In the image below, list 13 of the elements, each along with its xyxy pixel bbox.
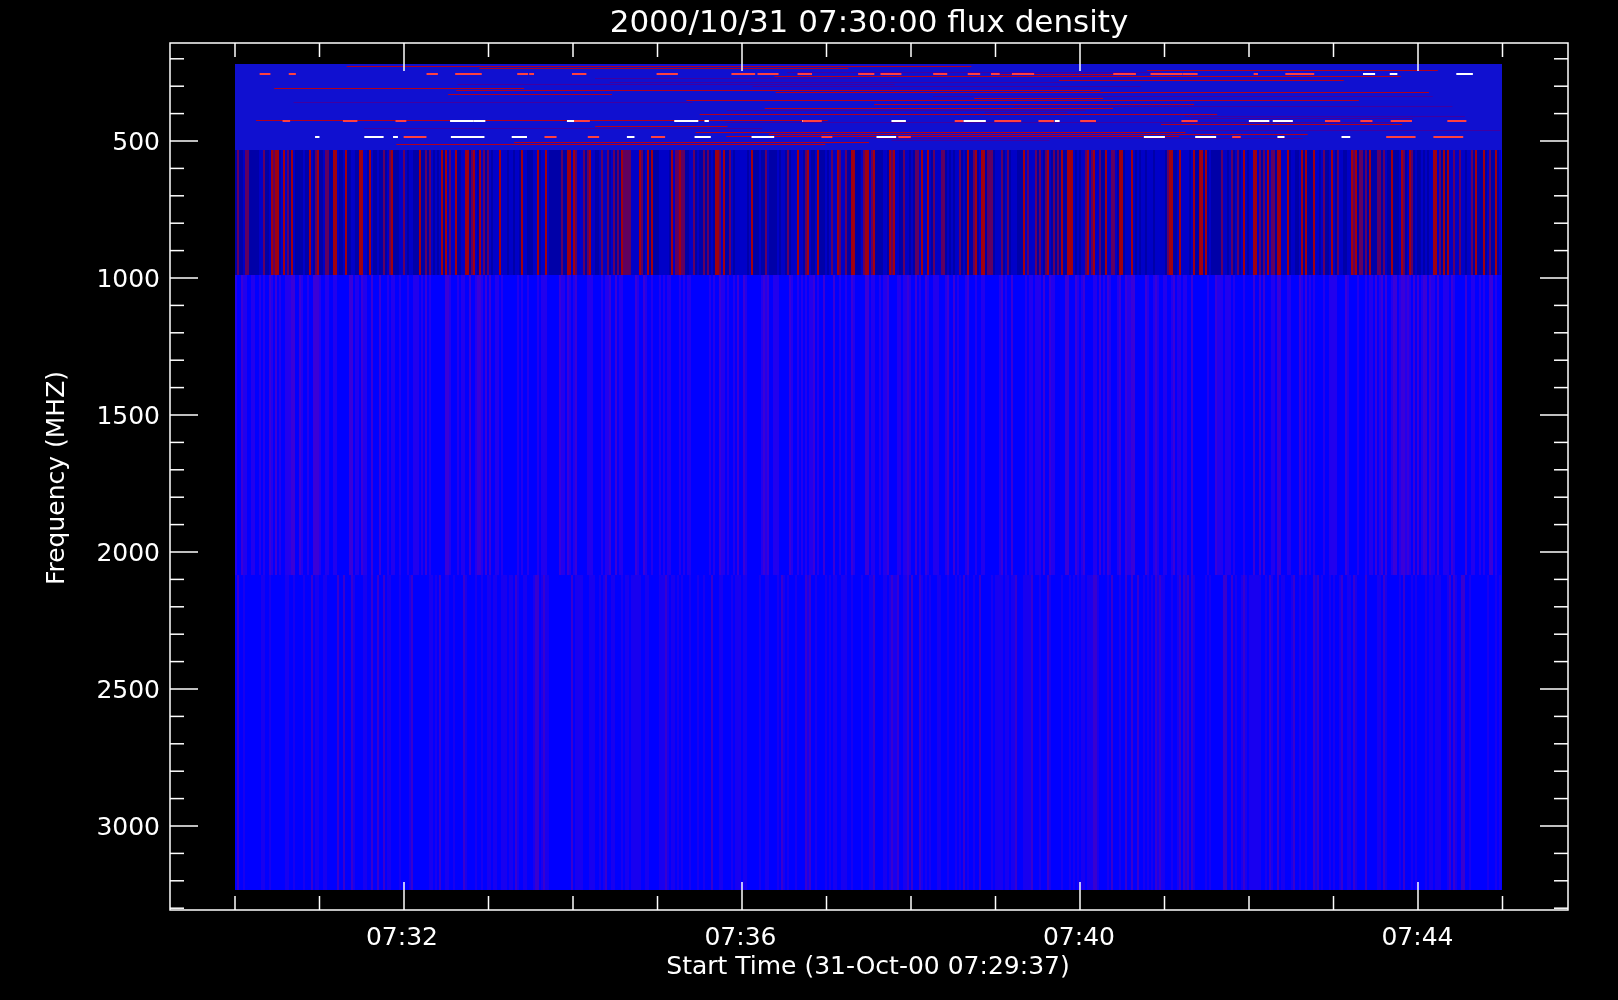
y-tick-label: 2500 [96, 675, 160, 704]
x-tick-label: 07:44 [1381, 922, 1454, 951]
x-axis-label: Start Time (31-Oct-00 07:29:37) [666, 951, 1070, 980]
chart-title: 2000/10/31 07:30:00 flux density [609, 3, 1129, 39]
y-tick-label: 500 [112, 127, 160, 156]
x-tick-label: 07:36 [704, 922, 777, 951]
x-tick-label: 07:32 [366, 922, 438, 951]
x-tick-label: 07:40 [1043, 922, 1115, 951]
y-tick-label: 2000 [96, 538, 160, 567]
y-axis-label: Frequency (MHZ) [41, 370, 70, 586]
y-tick-label: 1000 [96, 264, 160, 293]
y-tick-label: 1500 [96, 401, 160, 430]
y-tick-label: 3000 [96, 812, 160, 841]
